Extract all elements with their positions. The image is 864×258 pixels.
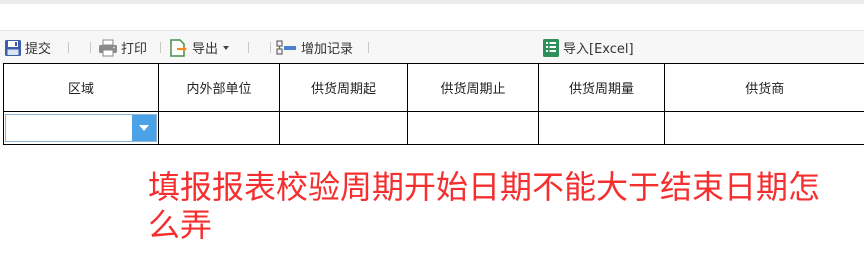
- region-dropdown[interactable]: [5, 114, 157, 142]
- import-excel-label: 导入[Excel]: [563, 42, 634, 57]
- toolbar-separator: [68, 42, 69, 53]
- export-button[interactable]: 导出: [169, 31, 230, 64]
- question-text: 填报报表校验周期开始日期不能大于结束日期怎么弄: [148, 168, 821, 244]
- add-record-icon: [276, 39, 301, 57]
- supply-period-start-cell[interactable]: [279, 111, 408, 145]
- column-header-supply-period-end: 供货周期止: [407, 63, 539, 112]
- table-header-row: 区域 内外部单位 供货周期起 供货周期止 供货周期量 供货商: [3, 63, 864, 112]
- excel-icon: [542, 38, 563, 58]
- dropdown-button[interactable]: [132, 115, 156, 141]
- save-icon: [4, 39, 25, 57]
- column-header-unit-type: 内外部单位: [158, 63, 280, 112]
- supplier-cell[interactable]: [664, 111, 864, 145]
- supply-period-quantity-cell[interactable]: [538, 111, 665, 145]
- chevron-down-icon: [139, 125, 149, 131]
- print-button[interactable]: 打印: [98, 31, 147, 64]
- column-header-supply-period-start: 供货周期起: [279, 63, 408, 112]
- column-header-supply-period-quantity: 供货周期量: [538, 63, 665, 112]
- toolbar-separator: [160, 42, 161, 53]
- top-divider: [0, 0, 864, 4]
- toolbar-separator: [90, 42, 91, 53]
- column-header-supplier: 供货商: [664, 63, 864, 112]
- toolbar-separator: [368, 42, 369, 53]
- add-record-label: 增加记录: [301, 42, 354, 57]
- unit-type-cell[interactable]: [158, 111, 280, 145]
- column-header-region: 区域: [3, 63, 159, 112]
- toolbar: 提交 打印 导出 增加记录 导入[Excel]: [0, 30, 864, 64]
- export-label: 导出: [192, 42, 219, 57]
- import-excel-button[interactable]: 导入[Excel]: [542, 31, 634, 64]
- chevron-down-icon[interactable]: [223, 46, 230, 50]
- export-icon: [169, 38, 192, 58]
- data-table: 区域 内外部单位 供货周期起 供货周期止 供货周期量 供货商: [3, 63, 864, 145]
- submit-label: 提交: [25, 42, 52, 57]
- table-row: [3, 111, 864, 145]
- submit-button[interactable]: 提交: [4, 31, 51, 64]
- region-cell[interactable]: [3, 111, 159, 145]
- print-label: 打印: [121, 42, 148, 57]
- supply-period-end-cell[interactable]: [407, 111, 539, 145]
- add-record-button[interactable]: 增加记录: [276, 31, 353, 64]
- toolbar-separator: [248, 42, 249, 53]
- toolbar-separator: [270, 42, 271, 53]
- print-icon: [98, 39, 121, 57]
